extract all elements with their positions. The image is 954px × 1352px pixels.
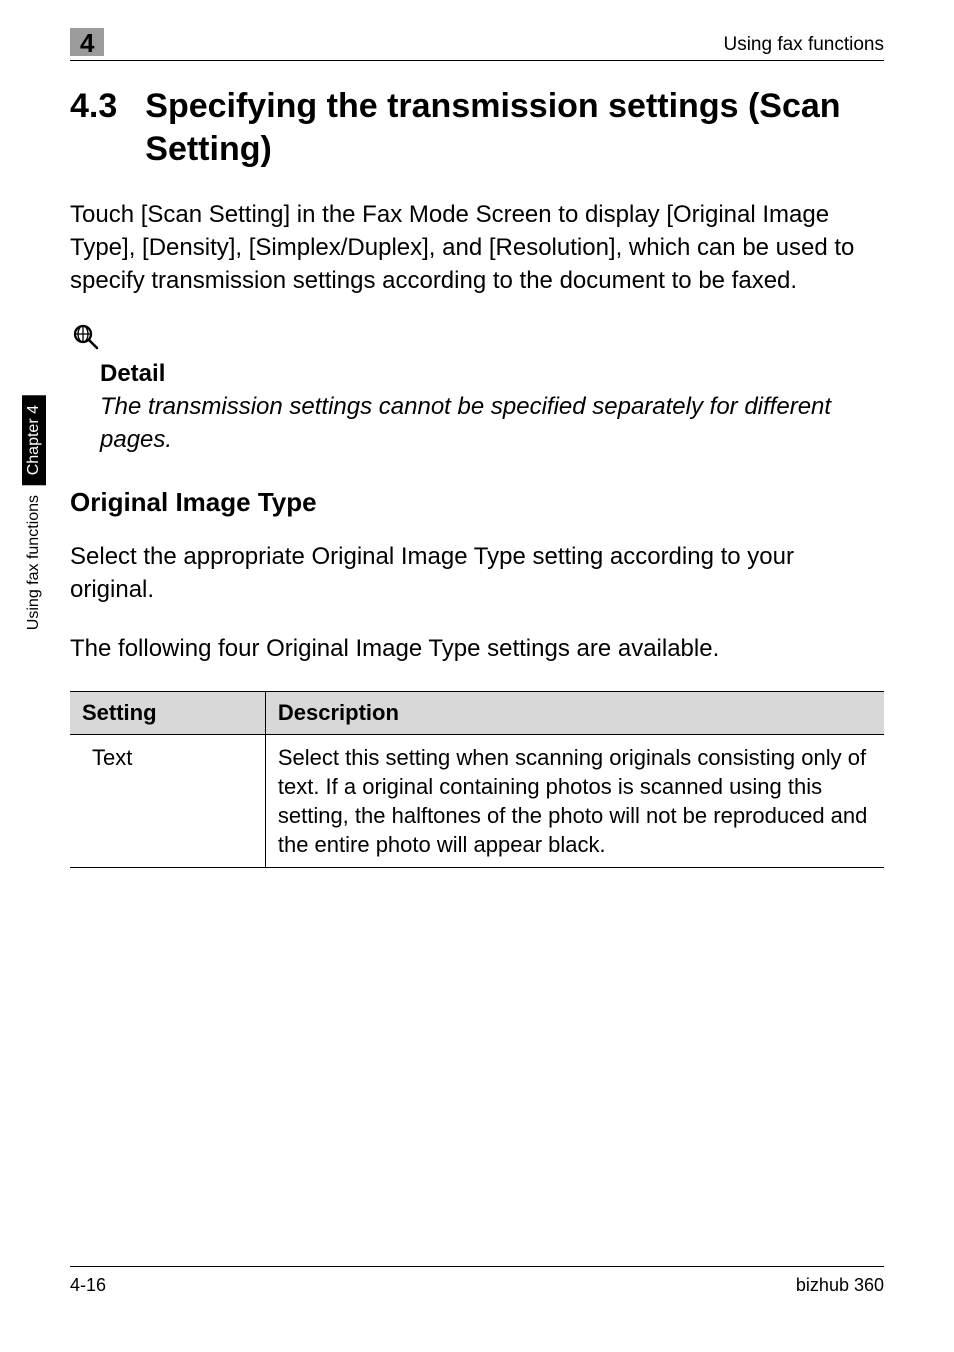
table-header-row: Setting Description [70, 691, 884, 734]
chapter-number-box: 4 [70, 28, 104, 56]
detail-text: The transmission settings cannot be spec… [100, 390, 884, 456]
detail-label: Detail [100, 360, 884, 388]
intro-paragraph: Touch [Scan Setting] in the Fax Mode Scr… [70, 198, 884, 297]
footer-page-number: 4-16 [70, 1275, 106, 1296]
subsection-para-2: The following four Original Image Type s… [70, 632, 884, 665]
table-cell-setting: Text [70, 734, 265, 867]
page-content: 4 Using fax functions 4.3 Specifying the… [0, 0, 954, 1352]
settings-table: Setting Description Text Select this set… [70, 691, 884, 868]
section-title: Specifying the transmission settings (Sc… [145, 85, 884, 170]
table-cell-description: Select this setting when scanning origin… [265, 734, 884, 867]
table-header-description: Description [265, 691, 884, 734]
detail-callout: Detail The transmission settings cannot … [70, 323, 884, 456]
magnifying-glass-icon [72, 323, 884, 356]
page-header: 4 Using fax functions [70, 28, 884, 61]
subsection-para-1: Select the appropriate Original Image Ty… [70, 540, 884, 606]
footer-product-name: bizhub 360 [796, 1275, 884, 1296]
table-header-setting: Setting [70, 691, 265, 734]
running-header-title: Using fax functions [723, 34, 884, 56]
section-heading: 4.3 Specifying the transmission settings… [70, 85, 884, 170]
page-footer: 4-16 bizhub 360 [70, 1266, 884, 1296]
section-number: 4.3 [70, 85, 117, 170]
table-row: Text Select this setting when scanning o… [70, 734, 884, 867]
subsection-heading: Original Image Type [70, 487, 884, 518]
